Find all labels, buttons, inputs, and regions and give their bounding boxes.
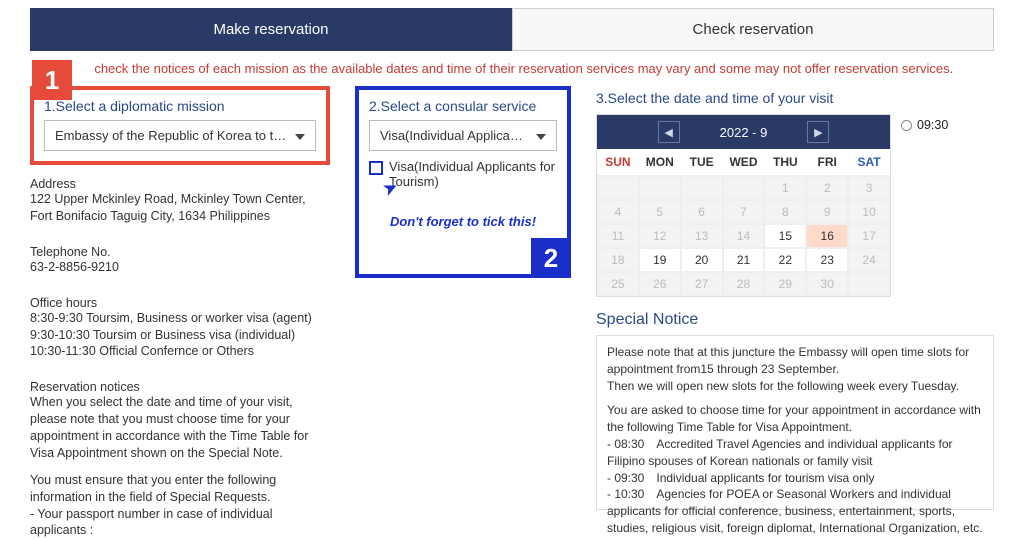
calendar-dow: WED bbox=[723, 149, 765, 176]
calendar-day: 1 bbox=[764, 176, 806, 200]
annotation-badge-1: 1 bbox=[32, 60, 72, 100]
calendar-day[interactable]: 23 bbox=[806, 248, 848, 272]
calendar-day: 30 bbox=[806, 272, 848, 296]
special-p1: Please note that at this juncture the Em… bbox=[607, 344, 983, 378]
calendar-day: 27 bbox=[681, 272, 723, 296]
calendar-dow: THU bbox=[764, 149, 806, 176]
calendar-day: 25 bbox=[597, 272, 639, 296]
calendar-day: 2 bbox=[806, 176, 848, 200]
calendar-day: 26 bbox=[639, 272, 681, 296]
calendar-day: 14 bbox=[723, 224, 765, 248]
step2-highlight-box: 2.Select a consular service Visa(Individ… bbox=[355, 86, 571, 278]
calendar-day: 9 bbox=[806, 200, 848, 224]
calendar-day: 18 bbox=[597, 248, 639, 272]
calendar-day: 4 bbox=[597, 200, 639, 224]
calendar-day: 13 bbox=[681, 224, 723, 248]
special-notice-box: Please note that at this juncture the Em… bbox=[596, 335, 994, 510]
calendar-day[interactable]: 16 bbox=[806, 224, 848, 248]
calendar-month-label: 2022 - 9 bbox=[720, 125, 768, 140]
calendar-day[interactable]: 20 bbox=[681, 248, 723, 272]
calendar-day[interactable]: 21 bbox=[723, 248, 765, 272]
calendar-dow: MON bbox=[639, 149, 681, 176]
calendar-next-button[interactable]: ▶ bbox=[807, 121, 829, 143]
calendar-day: 24 bbox=[848, 248, 890, 272]
calendar-day: 3 bbox=[848, 176, 890, 200]
calendar-day bbox=[639, 176, 681, 200]
calendar-dow: SAT bbox=[848, 149, 890, 176]
special-p2: Then we will open new slots for the foll… bbox=[607, 378, 983, 395]
calendar-day: 28 bbox=[723, 272, 765, 296]
service-option-label: Visa(Individual Applicants for Tourism) bbox=[389, 159, 557, 189]
calendar: ◀ 2022 - 9 ▶ SUNMONTUEWEDTHUFRISAT 12345… bbox=[596, 114, 891, 297]
calendar-dow: FRI bbox=[806, 149, 848, 176]
calendar-day: 6 bbox=[681, 200, 723, 224]
top-warning-notice: XXXXXXX check the notices of each missio… bbox=[30, 61, 994, 76]
service-dropdown[interactable]: Visa(Individual Applicants for T bbox=[369, 120, 557, 151]
office-hours-text: 8:30-9:30 Toursim, Business or worker vi… bbox=[30, 310, 330, 361]
calendar-day bbox=[723, 176, 765, 200]
tick-hint-text: Don't forget to tick this! bbox=[369, 214, 557, 229]
special-p3: You are asked to choose time for your ap… bbox=[607, 402, 983, 436]
calendar-dow: TUE bbox=[681, 149, 723, 176]
calendar-day: 8 bbox=[764, 200, 806, 224]
calendar-day: 10 bbox=[848, 200, 890, 224]
reservation-notices-text-2: You must ensure that you enter the follo… bbox=[30, 472, 330, 506]
calendar-day: 11 bbox=[597, 224, 639, 248]
calendar-dow: SUN bbox=[597, 149, 639, 176]
calendar-day: 12 bbox=[639, 224, 681, 248]
calendar-day bbox=[597, 176, 639, 200]
calendar-day bbox=[848, 272, 890, 296]
special-b3: - 10:30 Agencies for POEA or Seasonal Wo… bbox=[607, 486, 983, 536]
office-hours-label: Office hours bbox=[30, 296, 330, 310]
reservation-notices-text-3: - Your passport number in case of indivi… bbox=[30, 506, 330, 539]
step1-highlight-box: 1 1.Select a diplomatic mission Embassy … bbox=[30, 86, 330, 165]
tab-bar: Make reservation Check reservation bbox=[30, 8, 994, 51]
mission-dropdown[interactable]: Embassy of the Republic of Korea to the … bbox=[44, 120, 316, 151]
reservation-notices-label: Reservation notices bbox=[30, 380, 330, 394]
step3-title: 3.Select the date and time of your visit bbox=[596, 90, 994, 106]
address-text: 122 Upper Mckinley Road, Mckinley Town C… bbox=[30, 191, 330, 225]
step2-title: 2.Select a consular service bbox=[369, 98, 557, 114]
calendar-day[interactable]: 22 bbox=[764, 248, 806, 272]
address-label: Address bbox=[30, 177, 330, 191]
reservation-notices-text-1: When you select the date and time of you… bbox=[30, 394, 330, 462]
calendar-day: 17 bbox=[848, 224, 890, 248]
calendar-day[interactable]: 15 bbox=[764, 224, 806, 248]
telephone-text: 63-2-8856-9210 bbox=[30, 259, 330, 276]
telephone-label: Telephone No. bbox=[30, 245, 330, 259]
special-b2: - 09:30 Individual applicants for touris… bbox=[607, 470, 983, 487]
radio-icon bbox=[901, 120, 912, 131]
special-b1: - 08:30 Accredited Travel Agencies and i… bbox=[607, 436, 983, 470]
calendar-day: 7 bbox=[723, 200, 765, 224]
tab-check-reservation[interactable]: Check reservation bbox=[512, 8, 994, 51]
calendar-day[interactable]: 19 bbox=[639, 248, 681, 272]
tab-make-reservation[interactable]: Make reservation bbox=[30, 8, 512, 51]
calendar-prev-button[interactable]: ◀ bbox=[658, 121, 680, 143]
calendar-day: 29 bbox=[764, 272, 806, 296]
time-option-label: 09:30 bbox=[917, 118, 948, 132]
step1-title: 1.Select a diplomatic mission bbox=[44, 98, 316, 114]
time-option[interactable]: 09:30 bbox=[901, 118, 948, 132]
calendar-day: 5 bbox=[639, 200, 681, 224]
service-checkbox[interactable] bbox=[369, 161, 383, 175]
calendar-day bbox=[681, 176, 723, 200]
top-warning-text: check the notices of each mission as the… bbox=[94, 61, 953, 76]
annotation-badge-2: 2 bbox=[531, 238, 571, 278]
special-notice-title: Special Notice bbox=[596, 311, 994, 329]
